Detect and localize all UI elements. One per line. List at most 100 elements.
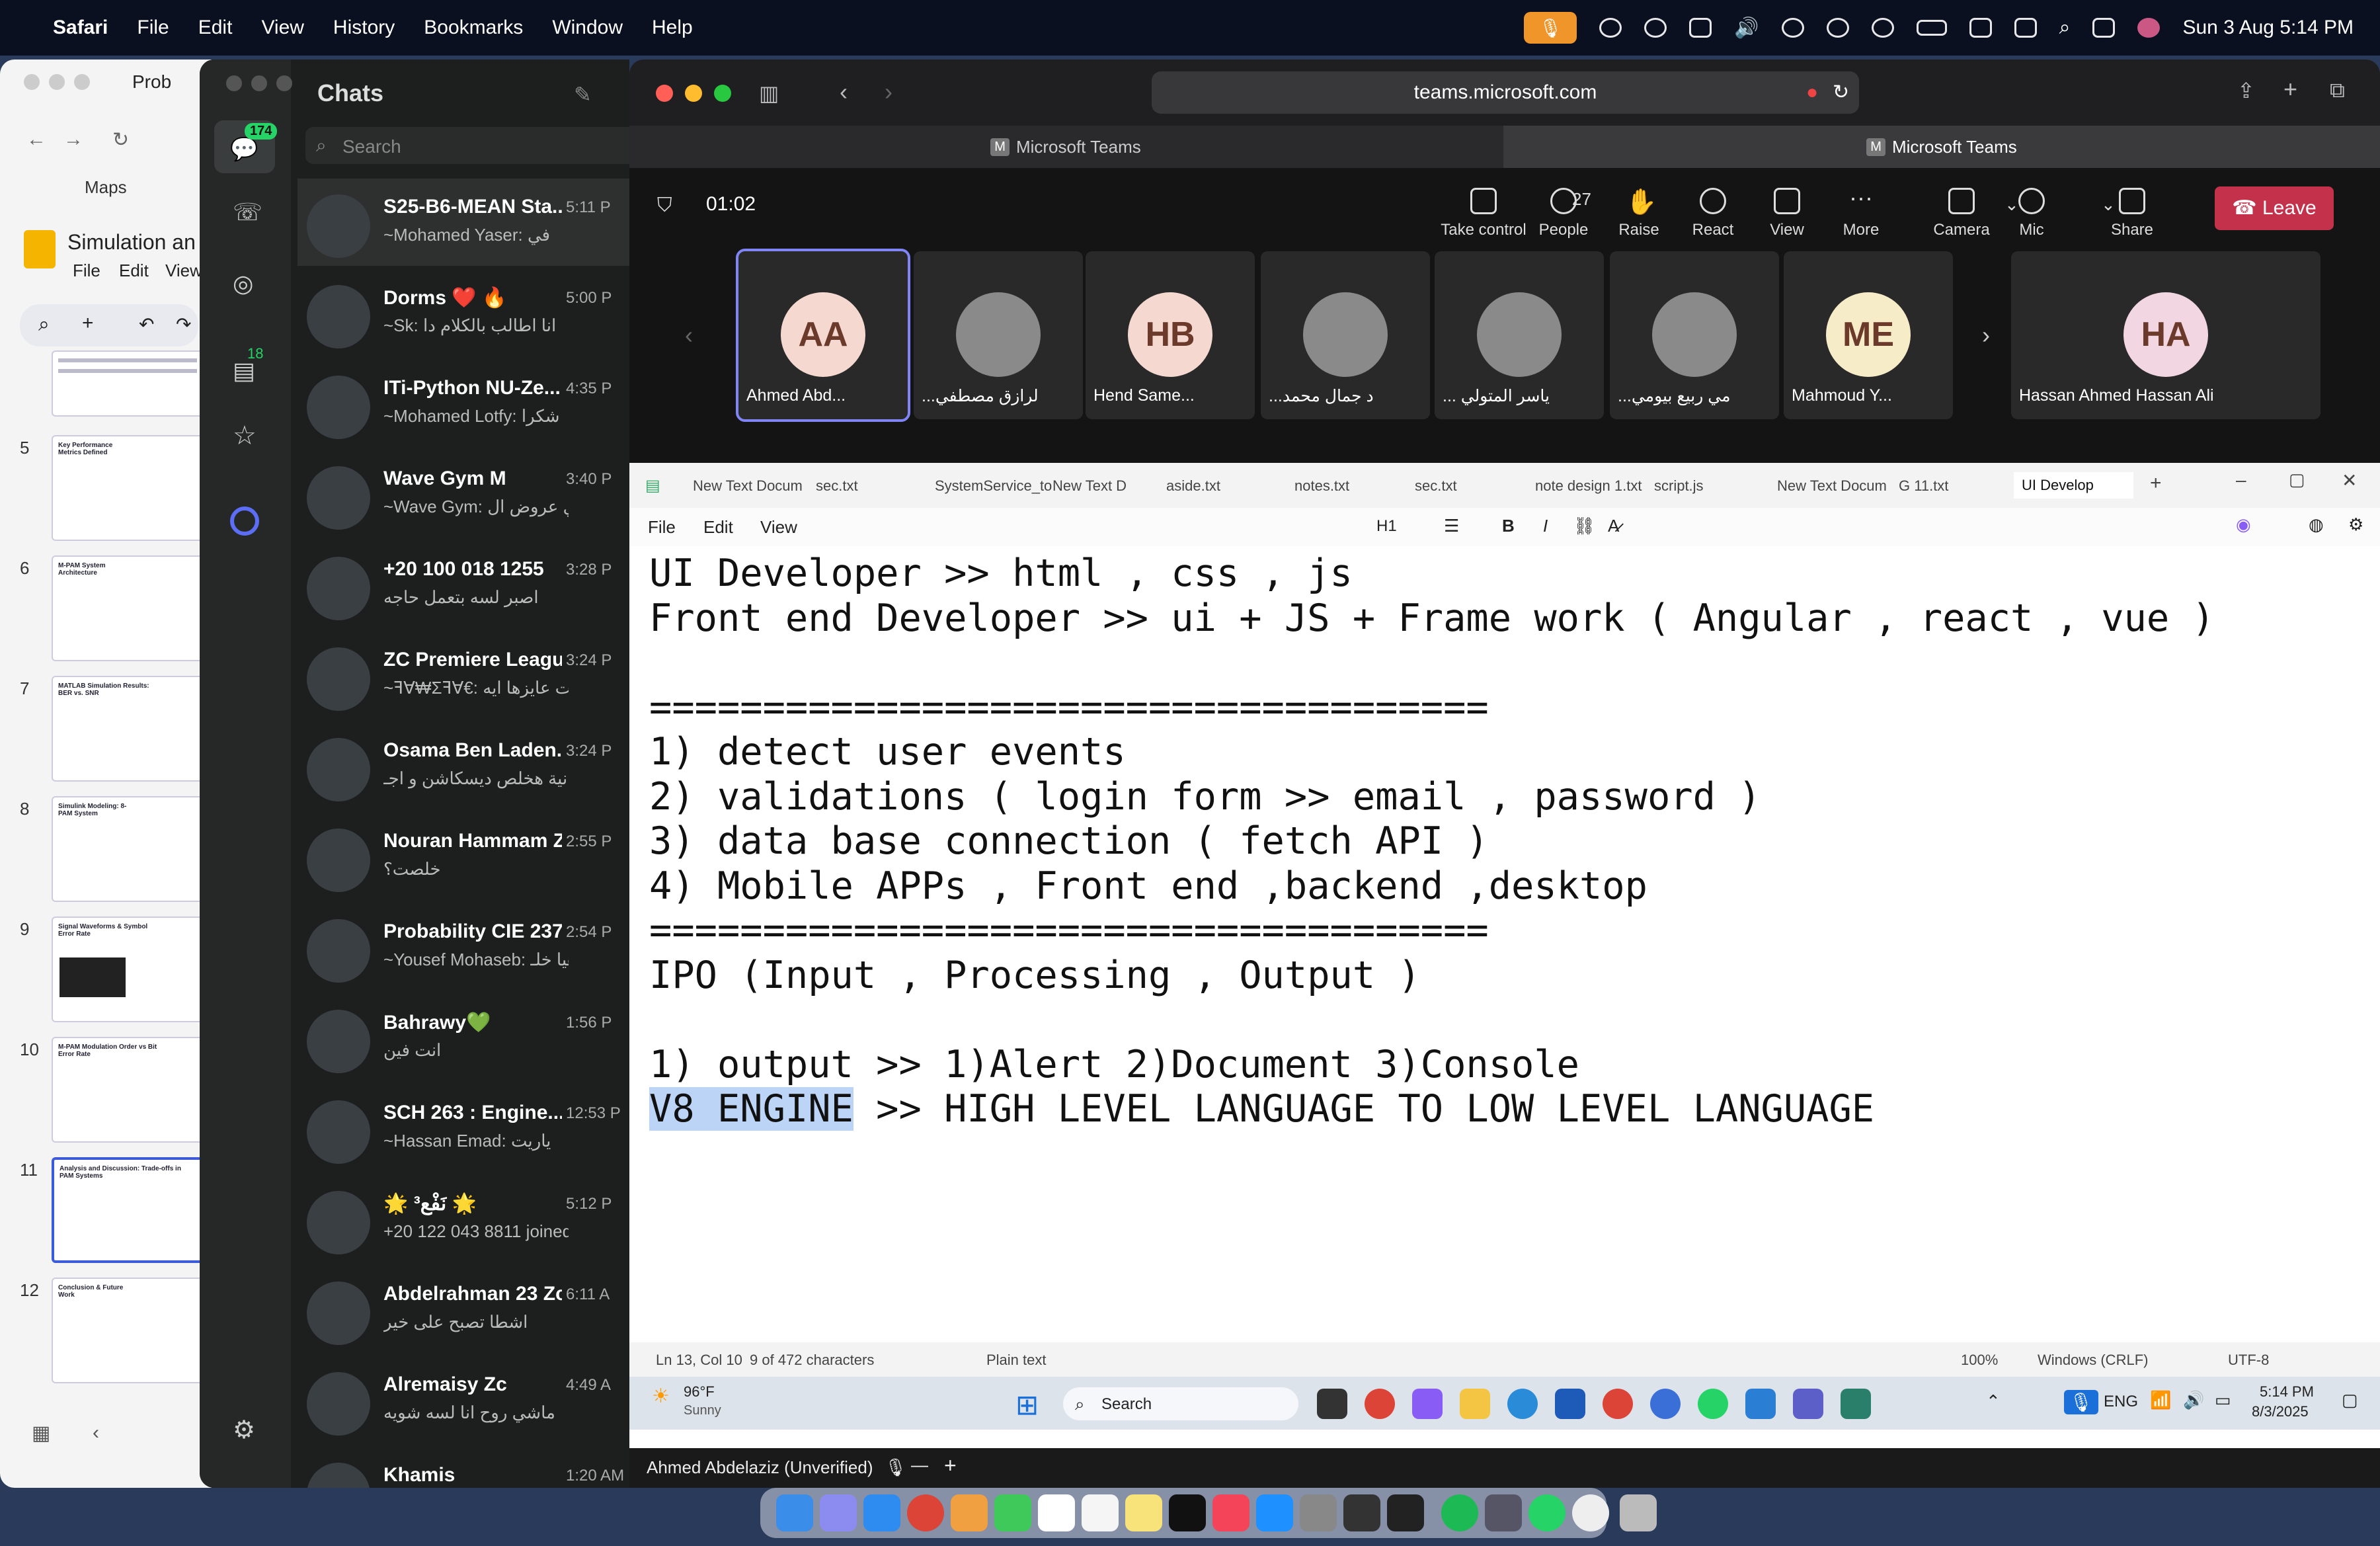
volume-icon[interactable]: 🔊: [1734, 17, 1759, 40]
list-icon[interactable]: ☰: [1444, 516, 1459, 536]
control-center-icon[interactable]: [2092, 18, 2116, 38]
chatgpt-icon[interactable]: [1599, 18, 1622, 38]
photos-icon[interactable]: [951, 1494, 988, 1531]
slide-thumbnail[interactable]: [52, 350, 204, 417]
participant-tile[interactable]: ...لرازق مصطفي: [914, 251, 1083, 419]
menu-window[interactable]: Window: [552, 17, 623, 39]
notepad-tab[interactable]: New Text Docum: [693, 477, 803, 495]
tiles-prev-icon[interactable]: ‹: [685, 321, 693, 349]
notepad-tab[interactable]: UI Develop: [2014, 472, 2133, 499]
close-window-icon[interactable]: [226, 75, 242, 91]
taskbar-date[interactable]: 8/3/2025: [2252, 1403, 2309, 1420]
participant-tile[interactable]: ...د جمال محمد: [1261, 251, 1430, 419]
notepad-tab[interactable]: sec.txt: [816, 477, 858, 495]
chat-list-item[interactable]: Probability CIE 237 2:54 P ~Yousef Mohas…: [298, 903, 629, 991]
slides-menu-edit[interactable]: Edit: [119, 261, 149, 281]
chat-list-item[interactable]: Dorms ❤️ 🔥 5:00 P ~Sk: انا اطالب بالكلام…: [298, 269, 629, 356]
menu-history[interactable]: History: [333, 17, 395, 39]
meta-ai-icon[interactable]: [230, 507, 259, 536]
undo-icon[interactable]: ↶: [139, 313, 154, 335]
minimize-icon[interactable]: –: [2236, 469, 2246, 491]
copilot-icon[interactable]: ◉: [2236, 514, 2251, 535]
siri-icon[interactable]: [2137, 18, 2161, 38]
participant-tile[interactable]: AA Ahmed Abd...: [736, 249, 910, 422]
terminal-icon[interactable]: [1387, 1494, 1424, 1531]
react-button[interactable]: React: [1677, 188, 1749, 239]
slide-thumbnail[interactable]: Key Performance Metrics Defined: [52, 435, 204, 541]
chat-list-item[interactable]: SCH 263 : Engine... 12:53 P ~Hassan Emad…: [298, 1084, 629, 1172]
notepad-text-area[interactable]: UI Developer >> html , css , js Front end…: [649, 551, 2215, 1132]
calendar-icon[interactable]: [1038, 1494, 1075, 1531]
new-slide-icon[interactable]: +: [82, 312, 94, 335]
app-store-icon[interactable]: [1256, 1494, 1293, 1531]
bold-icon[interactable]: B: [1502, 516, 1515, 536]
chrome-icon[interactable]: [1603, 1389, 1633, 1419]
heading-dropdown[interactable]: H1: [1376, 517, 1397, 536]
maximize-icon[interactable]: ▢: [2289, 469, 2305, 490]
chat-list-item[interactable]: Nouran Hammam Zc 2:55 P خلصت؟: [298, 813, 629, 900]
spotlight-search-icon[interactable]: ⌕: [2059, 17, 2071, 39]
zoom-window-icon[interactable]: [714, 85, 731, 102]
zoom-level[interactable]: 100%: [1961, 1352, 1998, 1369]
reload-icon[interactable]: ↻: [112, 128, 129, 151]
spotify-icon[interactable]: [1441, 1494, 1478, 1531]
grammarly-icon[interactable]: [1644, 18, 1667, 38]
browser-tab[interactable]: M Microsoft Teams: [629, 126, 1502, 168]
windows-start-icon[interactable]: ⊞: [1015, 1389, 1039, 1421]
whatsapp-icon[interactable]: [1528, 1494, 1566, 1531]
minimize-window-icon[interactable]: [251, 75, 267, 91]
mic-icon[interactable]: 🎙: [2064, 1390, 2098, 1414]
store-icon[interactable]: [1555, 1389, 1585, 1419]
slides-menu-view[interactable]: View: [165, 261, 202, 281]
camera-button[interactable]: Camera: [1925, 188, 1998, 239]
back-arrow-icon[interactable]: ←: [26, 128, 46, 151]
settings-gear-icon[interactable]: ⚙: [2348, 514, 2363, 535]
menu-file[interactable]: File: [137, 17, 169, 39]
file-explorer-icon[interactable]: [1460, 1389, 1490, 1419]
more-button[interactable]: ··· More: [1825, 186, 1897, 239]
redo-icon[interactable]: ↷: [176, 313, 191, 335]
app-icon[interactable]: [1650, 1389, 1681, 1419]
close-icon[interactable]: ✕: [2342, 469, 2357, 491]
notepad-tab[interactable]: New Text D: [1052, 477, 1127, 495]
clear-format-icon[interactable]: A̷: [1608, 516, 1619, 536]
sidebar-toggle-icon[interactable]: ▥: [759, 81, 779, 106]
back-arrow-icon[interactable]: ‹: [840, 78, 848, 106]
notepad-tab[interactable]: sec.txt: [1415, 477, 1457, 495]
slide-thumbnail[interactable]: M-PAM Modulation Order vs Bit Error Rate: [52, 1037, 204, 1143]
chat-list-item[interactable]: ZC Premiere League 3:24 P ~ꟻⱯ₩ƩꟻⱯ€: انت …: [298, 631, 629, 719]
bookmark-maps[interactable]: Maps: [85, 177, 127, 198]
slide-thumbnail-selected[interactable]: Analysis and Discussion: Trade-offs in P…: [52, 1157, 204, 1263]
mic-active-icon[interactable]: 🎙: [1524, 12, 1577, 44]
menu-app-name[interactable]: Safari: [53, 17, 108, 39]
notepad-tab[interactable]: script.js: [1654, 477, 1704, 495]
participant-tile[interactable]: ...مي ربيع بيومي: [1610, 251, 1779, 419]
chatgpt-icon[interactable]: [1572, 1494, 1609, 1531]
zoom-window-icon[interactable]: [276, 75, 292, 91]
menu-clock[interactable]: Sun 3 Aug 5:14 PM: [2182, 17, 2354, 39]
menu-bookmarks[interactable]: Bookmarks: [424, 17, 523, 39]
keyboard-input-icon[interactable]: [1969, 18, 1992, 38]
notepad-icon[interactable]: [1841, 1389, 1871, 1419]
apple-tv-icon[interactable]: [1169, 1494, 1206, 1531]
tab-overview-icon[interactable]: ⧉: [2330, 78, 2345, 103]
slides-menu-file[interactable]: File: [73, 261, 100, 281]
participant-tile[interactable]: HB Hend Same...: [1086, 251, 1255, 419]
chat-list-item[interactable]: ITi-Python NU-Ze... 4:35 P ~Mohamed Lotf…: [298, 360, 629, 447]
system-settings-icon[interactable]: [1300, 1494, 1337, 1531]
teams-icon[interactable]: [1793, 1389, 1823, 1419]
play-icon[interactable]: [1826, 18, 1849, 38]
slide-thumbnail[interactable]: Signal Waveforms & Symbol Error Rate: [52, 916, 204, 1022]
user-icon[interactable]: [1871, 18, 1894, 38]
grid-view-icon[interactable]: ▦: [32, 1422, 50, 1445]
mic-icon[interactable]: ●: [1806, 71, 1818, 114]
new-chat-icon[interactable]: ✎: [574, 82, 592, 107]
slide-thumbnail[interactable]: Simulink Modeling: 8-PAM System: [52, 796, 204, 902]
chat-list-item[interactable]: Abdelrahman 23 Zc 6:11 A اشطا تصبح على خ…: [298, 1266, 629, 1353]
line-endings[interactable]: Windows (CRLF): [2038, 1352, 2148, 1369]
finder-icon[interactable]: [776, 1494, 813, 1531]
tiles-next-icon[interactable]: ›: [1982, 321, 1990, 349]
status-icon[interactable]: ◎: [233, 270, 253, 298]
reminders-icon[interactable]: [1082, 1494, 1119, 1531]
chat-list-item[interactable]: Wave Gym M 3:40 P ~Wave Gym: اقوي عروض ا…: [298, 450, 629, 538]
